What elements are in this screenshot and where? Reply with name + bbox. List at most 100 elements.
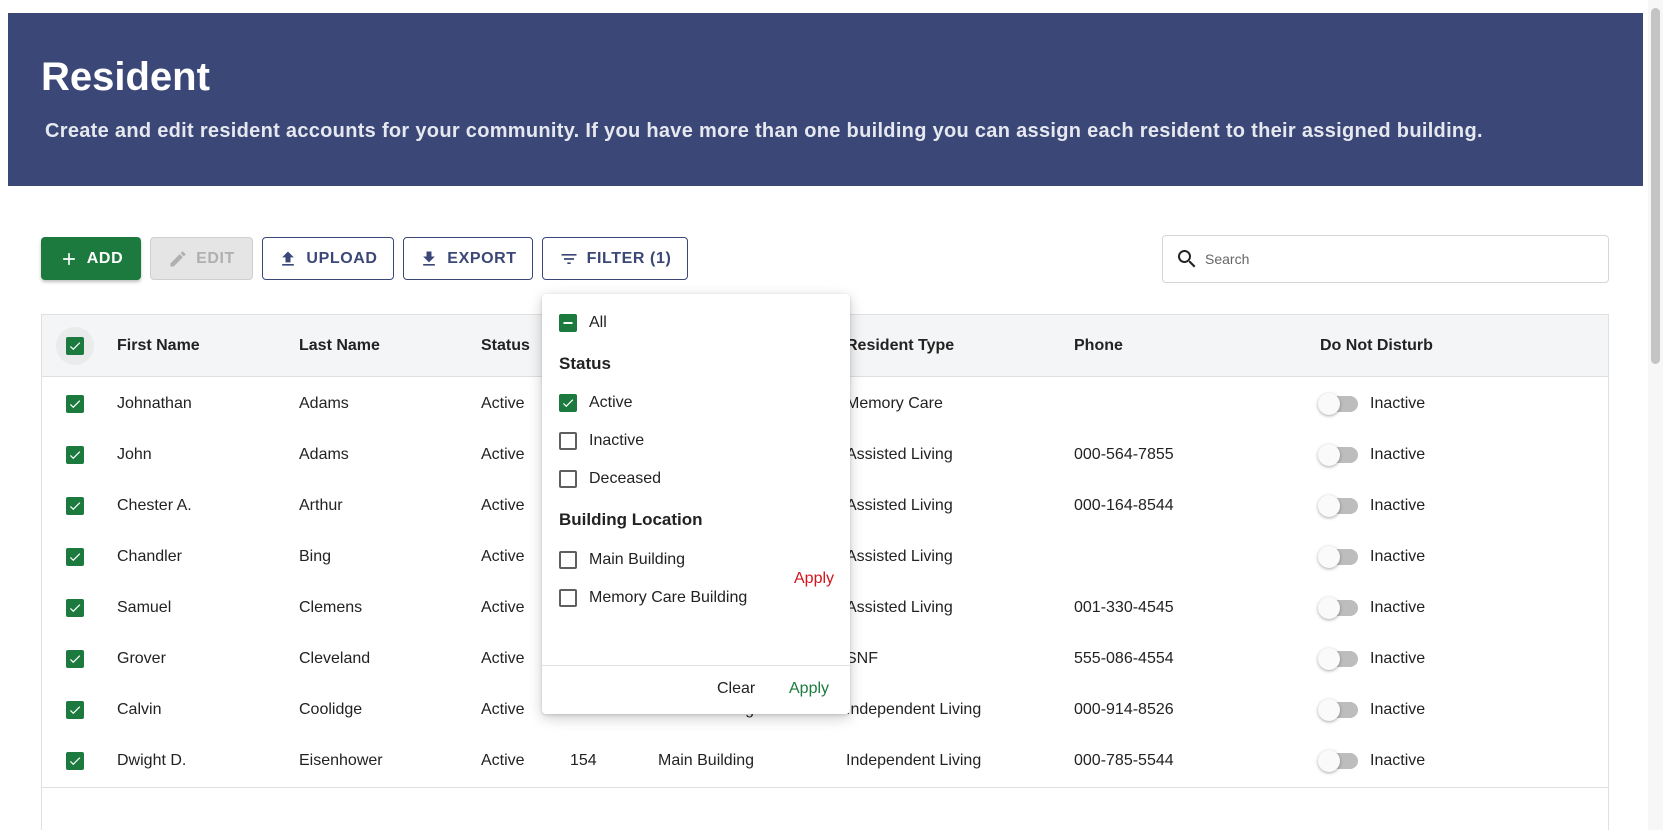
toggle-knob [1318,749,1340,772]
status-cell: Active [481,700,525,718]
check-icon [69,501,81,510]
row-checkbox[interactable] [66,394,84,413]
last-name-cell: Clemens [299,598,363,616]
row-checkbox[interactable] [66,496,84,515]
do-not-disturb-label: Inactive [1370,547,1426,565]
filter-button[interactable]: FILTER (1) [542,237,688,280]
row-select-cell[interactable] [56,530,94,583]
filter-building-memory-care[interactable]: Memory Care Building [559,589,747,607]
phone-cell: 000-564-7855 [1074,445,1174,463]
check-icon [69,756,81,765]
filter-building-memory-care-checkbox[interactable] [559,589,577,607]
last-name-cell: Coolidge [299,700,363,718]
filter-status-active[interactable]: Active [559,394,633,412]
edit-button[interactable]: EDIT [150,237,253,280]
row-select-cell[interactable] [56,632,94,685]
do-not-disturb-toggle[interactable] [1318,494,1358,517]
export-button[interactable]: EXPORT [403,237,533,280]
filter-inline-apply-link[interactable]: Apply [794,570,834,588]
first-name-cell: Chandler [117,547,182,565]
search-box[interactable] [1162,235,1609,283]
first-name-cell: Calvin [117,700,162,718]
row-checkbox[interactable] [66,445,84,464]
do-not-disturb-toggle[interactable] [1318,647,1358,670]
filter-apply-button[interactable]: Apply [789,680,829,698]
phone-cell: 000-785-5544 [1074,751,1174,769]
last-name-cell: Adams [299,394,349,412]
col-last-name[interactable]: Last Name [299,315,380,376]
last-name-cell: Adams [299,445,349,463]
row-select-cell[interactable] [56,377,94,430]
toggle-knob [1318,443,1340,466]
page-title: Resident [41,55,210,99]
do-not-disturb-label: Inactive [1370,598,1426,616]
resident-type-cell: Assisted Living [846,598,953,616]
do-not-disturb-toggle[interactable] [1318,443,1358,466]
row-select-cell[interactable] [56,581,94,634]
last-name-cell: Bing [299,547,332,565]
filter-all-checkbox[interactable] [559,314,577,332]
row-select-cell[interactable] [56,734,94,787]
filter-status-deceased-label: Deceased [589,470,662,487]
pencil-icon [170,250,186,266]
first-name-cell: Chester A. [117,496,192,514]
toggle-knob [1318,392,1340,415]
do-not-disturb-toggle[interactable] [1318,596,1358,619]
filter-status-inactive[interactable]: Inactive [559,432,644,450]
row-select-cell[interactable] [56,428,94,481]
row-checkbox[interactable] [66,547,84,566]
resident-type-cell: Assisted Living [846,496,953,514]
do-not-disturb-toggle[interactable] [1318,392,1358,415]
do-not-disturb-label: Inactive [1370,649,1426,667]
row-checkbox[interactable] [66,700,84,719]
page-scrollbar[interactable] [1648,0,1663,830]
table-row[interactable]: Dwight D. Eisenhower Active 154 Main Buildin… [42,734,1608,788]
filter-status-inactive-checkbox[interactable] [559,432,577,450]
filter-status-active-checkbox[interactable] [559,394,577,412]
row-select-cell[interactable] [56,479,94,532]
resident-type-cell: Memory Care [846,394,943,412]
do-not-disturb-cell: Inactive [1318,581,1426,634]
resident-type-cell: Independent Living [846,700,982,718]
status-cell: Active [481,445,525,463]
check-icon [69,399,81,408]
edit-button-label: EDIT [196,249,235,267]
row-checkbox[interactable] [66,751,84,770]
filter-clear-button[interactable]: Clear [717,680,755,698]
resident-type-cell: Assisted Living [846,547,953,565]
scrollbar-thumb[interactable] [1651,8,1660,364]
export-button-label: EXPORT [447,249,517,267]
toggle-knob [1318,596,1340,619]
filter-building-main-checkbox[interactable] [559,551,577,569]
filter-status-deceased[interactable]: Deceased [559,470,661,488]
filter-icon [561,253,577,264]
last-name-cell: Cleveland [299,649,371,667]
filter-all-label: All [589,314,607,331]
upload-button[interactable]: UPLOAD [262,237,394,280]
row-checkbox[interactable] [66,649,84,668]
filter-building-memory-care-label: Memory Care Building [589,589,748,606]
do-not-disturb-label: Inactive [1370,700,1426,718]
toggle-knob [1318,494,1340,517]
search-input[interactable] [1205,251,1585,267]
check-icon [69,603,81,612]
resident-type-cell: Independent Living [846,751,982,769]
filter-building-main[interactable]: Main Building [559,551,685,569]
col-status[interactable]: Status [481,315,530,376]
unit-cell: 154 [570,751,597,769]
col-phone[interactable]: Phone [1074,315,1123,376]
do-not-disturb-toggle[interactable] [1318,698,1358,721]
select-all-cell[interactable] [56,315,94,376]
select-all-checkbox[interactable] [66,336,84,355]
col-resident-type[interactable]: Resident Type [846,315,954,376]
row-checkbox[interactable] [66,598,84,617]
do-not-disturb-toggle[interactable] [1318,749,1358,772]
status-cell: Active [481,649,525,667]
filter-status-deceased-checkbox[interactable] [559,470,577,488]
add-button[interactable]: ADD [41,237,141,280]
row-select-cell[interactable] [56,683,94,736]
col-do-not-disturb[interactable]: Do Not Disturb [1320,315,1433,376]
col-first-name[interactable]: First Name [117,315,200,376]
do-not-disturb-toggle[interactable] [1318,545,1358,568]
filter-all-option[interactable]: All [559,314,607,332]
